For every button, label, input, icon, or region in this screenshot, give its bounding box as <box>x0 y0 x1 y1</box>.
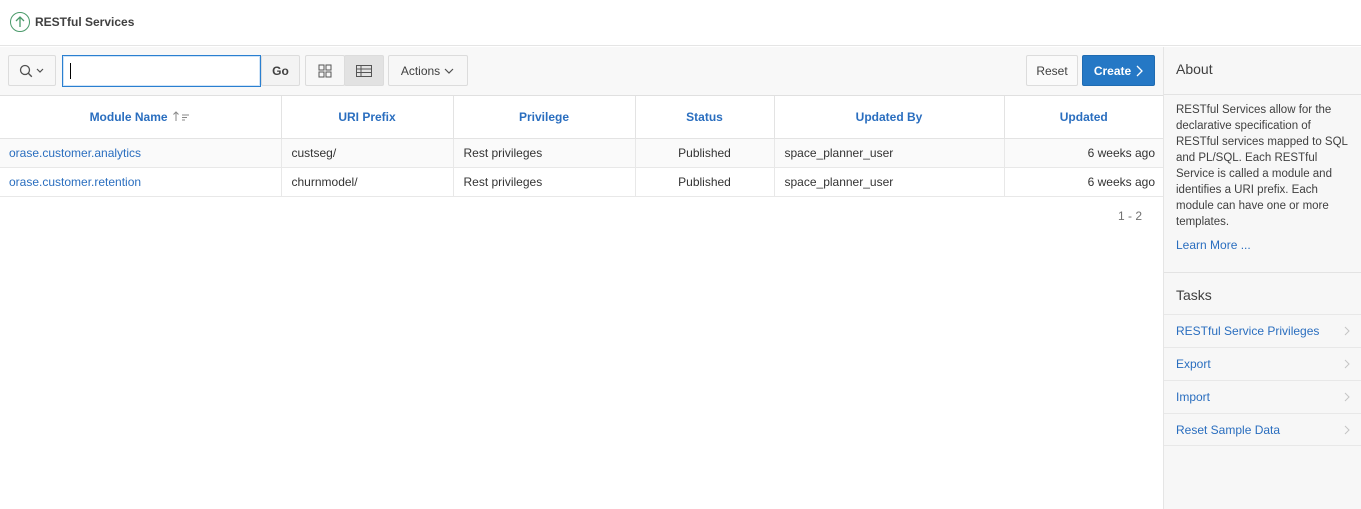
search-columns-button[interactable] <box>8 55 56 86</box>
pagination-info: 1 - 2 <box>1118 209 1143 223</box>
main-region: Go Actions Reset Create Module Name URI … <box>0 47 1163 509</box>
uri-prefix-cell: churnmodel/ <box>281 167 454 197</box>
column-header-privilege[interactable]: Privilege <box>453 96 636 139</box>
about-title: About <box>1176 61 1213 77</box>
icon-view-button[interactable] <box>305 55 345 86</box>
column-header-updated-by[interactable]: Updated By <box>774 96 1005 139</box>
navigate-up-icon[interactable] <box>10 12 30 32</box>
report-toolbar: Go Actions Reset Create <box>0 47 1163 96</box>
go-button[interactable]: Go <box>261 55 300 86</box>
column-header-updated[interactable]: Updated <box>1004 96 1163 139</box>
task-export[interactable]: Export <box>1164 347 1361 380</box>
updated-cell: 6 weeks ago <box>1004 167 1163 197</box>
tasks-list: RESTful Service Privileges Export Import… <box>1164 314 1361 446</box>
task-reset-sample-data[interactable]: Reset Sample Data <box>1164 413 1361 446</box>
chevron-right-icon <box>1344 359 1350 369</box>
module-name-link[interactable]: orase.customer.analytics <box>0 138 282 168</box>
table-header-row: Module Name URI Prefix Privilege Status … <box>0 96 1163 139</box>
table-row: orase.customer.retention churnmodel/ Res… <box>0 167 1163 197</box>
create-label: Create <box>1093 63 1132 78</box>
chevron-right-icon <box>1344 425 1350 435</box>
actions-menu-button[interactable]: Actions <box>388 55 468 86</box>
updated-cell: 6 weeks ago <box>1004 138 1163 168</box>
chevron-right-icon <box>1344 392 1350 402</box>
module-name-link[interactable]: orase.customer.retention <box>0 167 282 197</box>
status-cell: Published <box>635 138 775 168</box>
text-caret <box>70 63 71 79</box>
task-label: Import <box>1176 390 1211 404</box>
column-header-status[interactable]: Status <box>635 96 775 139</box>
task-label: RESTful Service Privileges <box>1176 324 1320 338</box>
report-view-button[interactable] <box>344 55 384 86</box>
reset-button[interactable]: Reset <box>1026 55 1078 86</box>
side-panel: About RESTful Services allow for the dec… <box>1163 47 1361 509</box>
grid-view-icon <box>318 64 332 77</box>
create-button[interactable]: Create <box>1082 55 1155 86</box>
sort-ascending-icon <box>173 111 189 121</box>
updated-by-cell: space_planner_user <box>774 167 1005 197</box>
status-cell: Published <box>635 167 775 197</box>
page-header: RESTful Services <box>0 0 1361 46</box>
page-title: RESTful Services <box>35 15 135 29</box>
updated-by-cell: space_planner_user <box>774 138 1005 168</box>
column-header-uri-prefix[interactable]: URI Prefix <box>281 96 454 139</box>
table-view-icon <box>356 64 372 77</box>
task-restful-service-privileges[interactable]: RESTful Service Privileges <box>1164 314 1361 347</box>
report-table: Module Name URI Prefix Privilege Status … <box>0 96 1163 197</box>
search-icon <box>19 64 44 77</box>
chevron-right-icon <box>1136 65 1144 76</box>
privilege-cell: Rest privileges <box>453 138 636 168</box>
uri-prefix-cell: custseg/ <box>281 138 454 168</box>
about-text: RESTful Services allow for the declarati… <box>1176 104 1348 228</box>
divider <box>1164 272 1361 273</box>
chevron-down-icon <box>444 68 454 74</box>
learn-more-link[interactable]: Learn More ... <box>1176 238 1251 252</box>
actions-label: Actions <box>400 63 441 78</box>
column-header-label: Module Name <box>89 109 168 124</box>
privilege-cell: Rest privileges <box>453 167 636 197</box>
task-import[interactable]: Import <box>1164 380 1361 413</box>
task-label: Reset Sample Data <box>1176 423 1281 437</box>
chevron-right-icon <box>1344 326 1350 336</box>
tasks-title: Tasks <box>1176 287 1212 303</box>
table-row: orase.customer.analytics custseg/ Rest p… <box>0 138 1163 168</box>
column-header-module-name[interactable]: Module Name <box>0 96 282 139</box>
divider <box>1164 94 1361 95</box>
search-input[interactable] <box>62 55 261 87</box>
task-label: Export <box>1176 357 1211 371</box>
